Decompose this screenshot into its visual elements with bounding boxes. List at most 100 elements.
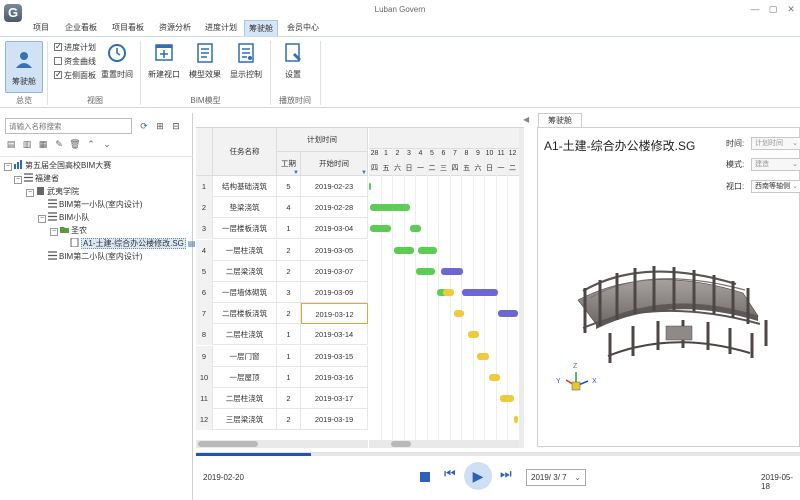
display-control-button[interactable]: 显示控制	[228, 41, 264, 80]
start-date-cell[interactable]: 2019-02-23	[301, 176, 368, 197]
gantt-bar[interactable]	[410, 225, 421, 233]
collapse-toggle[interactable]: −	[38, 215, 46, 223]
table-row[interactable]: 2 垫梁浇筑 4 2019-02-28	[196, 197, 368, 219]
checkbox-checked[interactable]	[54, 69, 62, 80]
model-effect-button[interactable]: 模型效果	[187, 41, 223, 80]
gantt-bar[interactable]	[497, 310, 519, 318]
start-date-cell[interactable]: 2019-03-07	[301, 260, 368, 282]
tree-node-model-file[interactable]: A1-土建-综合办公楼修改.SG▤⊚	[70, 237, 203, 250]
duration-cell[interactable]: 1	[277, 324, 301, 346]
table-row[interactable]: 7 二层楼板浇筑 2 2019-03-12	[196, 303, 368, 325]
tab-resource-analysis[interactable]: 资源分析	[154, 20, 196, 36]
viewer-tab[interactable]: 筹驶舱	[538, 113, 582, 127]
duration-cell[interactable]: 2	[277, 239, 301, 261]
duration-cell[interactable]: 4	[277, 197, 301, 219]
current-date-select[interactable]: 2019/ 3/ 7 ⌄	[526, 469, 586, 486]
task-name-cell[interactable]: 一层门窗	[213, 345, 277, 367]
duration-cell[interactable]: 1	[277, 366, 301, 388]
maximize-button[interactable]: ▢	[766, 3, 780, 15]
gantt-bar[interactable]	[477, 352, 489, 360]
task-name-cell[interactable]: 二层柱浇筑	[213, 324, 277, 346]
tab-member-center[interactable]: 会员中心	[282, 20, 324, 36]
task-name-cell[interactable]: 垫梁浇筑	[213, 197, 277, 219]
task-name-cell[interactable]: 一层楼板浇筑	[213, 218, 277, 240]
duration-cell[interactable]: 1	[277, 345, 301, 367]
gantt-bar[interactable]	[442, 289, 455, 296]
search-input[interactable]	[5, 118, 132, 134]
gantt-bar[interactable]	[394, 246, 414, 254]
tab-schedule[interactable]: 进度计划	[200, 20, 242, 36]
task-name-cell[interactable]: 一层柱浇筑	[213, 239, 277, 261]
tree-node-school[interactable]: − 武夷学院	[26, 185, 79, 198]
table-row[interactable]: 10 一层屋顶 1 2019-03-16	[196, 366, 368, 388]
duration-cell[interactable]: 1	[277, 218, 301, 240]
new-viewport-button[interactable]: 新建视口	[146, 41, 182, 80]
tree-node-team-2[interactable]: BIM第二小队(室内设计)	[48, 250, 143, 263]
timeline-hscrollbar[interactable]	[369, 440, 519, 448]
start-date-cell[interactable]: 2019-03-14	[301, 324, 368, 346]
settings-button[interactable]: 设置	[278, 41, 308, 80]
collapse-toggle[interactable]: −	[14, 176, 22, 184]
table-row[interactable]: 11 二层柱浇筑 2 2019-03-17	[196, 388, 368, 409]
move-down-icon[interactable]: ⌄	[101, 138, 113, 150]
start-date-cell[interactable]: 2019-03-19	[301, 409, 368, 431]
move-up-icon[interactable]: ⌃	[85, 138, 97, 150]
check-schedule[interactable]: 进度计划	[54, 41, 96, 53]
playback-progress[interactable]	[196, 453, 800, 456]
delete-icon[interactable]: 🗑	[69, 138, 81, 150]
tab-enterprise-board[interactable]: 企业看板	[60, 20, 102, 36]
reset-time-button[interactable]: 重置时间	[100, 41, 134, 80]
scroll-thumb[interactable]	[391, 441, 411, 447]
table-row[interactable]: 9 一层门窗 1 2019-03-15	[196, 345, 368, 367]
table-row[interactable]: 5 二层梁浇筑 2 2019-03-07	[196, 260, 368, 282]
start-date-cell[interactable]: 2019-03-04	[301, 218, 368, 240]
collapse-left-icon[interactable]: ◀	[523, 115, 529, 124]
start-date-cell[interactable]: 2019-03-12	[301, 303, 368, 325]
task-name-cell[interactable]: 二层梁浇筑	[213, 260, 277, 282]
model-view-icon[interactable]: ▤	[188, 239, 196, 248]
start-date-cell[interactable]: 2019-03-17	[301, 388, 368, 409]
tool-icon-1[interactable]: ▤	[5, 138, 17, 150]
tree-node-bim-team[interactable]: − BIM小队	[38, 211, 89, 224]
tree-node-shengnong[interactable]: − 圣农	[50, 224, 87, 237]
check-left-panel[interactable]: 左侧面板	[54, 69, 96, 81]
start-date-cell[interactable]: 2019-03-09	[301, 282, 368, 303]
stop-button[interactable]	[420, 472, 430, 482]
table-row[interactable]: 4 一层柱浇筑 2 2019-03-05	[196, 239, 368, 261]
gantt-bar[interactable]	[454, 310, 465, 318]
checkbox-checked[interactable]	[54, 41, 62, 52]
close-button[interactable]: ✕	[784, 3, 798, 15]
header-start-time[interactable]: 开始时间	[301, 152, 368, 176]
duration-cell[interactable]: 5	[277, 176, 301, 197]
checkbox-unchecked[interactable]	[54, 57, 62, 65]
table-hscrollbar[interactable]	[196, 440, 368, 448]
minimize-button[interactable]: —	[748, 3, 762, 15]
task-name-cell[interactable]: 三层梁浇筑	[213, 409, 277, 431]
tree-node-province[interactable]: − 福建省	[14, 172, 59, 185]
table-row[interactable]: 6 一层墙体砌筑 3 2019-03-09	[196, 282, 368, 303]
gantt-bar[interactable]	[370, 225, 391, 233]
task-name-cell[interactable]: 一层墙体砌筑	[213, 282, 277, 303]
task-name-cell[interactable]: 二层楼板浇筑	[213, 303, 277, 325]
expand-all-icon[interactable]: ⊞	[154, 120, 166, 132]
gantt-bar[interactable]	[370, 204, 411, 212]
task-name-cell[interactable]: 结构基础浇筑	[213, 176, 277, 197]
cockpit-overview-button[interactable]: 筹驶舱	[5, 41, 43, 93]
gantt-bar[interactable]	[467, 331, 480, 339]
collapse-all-icon[interactable]: ⊟	[170, 120, 182, 132]
gantt-bar[interactable]	[462, 289, 498, 296]
duration-cell[interactable]: 2	[277, 260, 301, 282]
duration-cell[interactable]: 2	[277, 303, 301, 325]
duration-cell[interactable]: 3	[277, 282, 301, 303]
rewind-button[interactable]: ⏮	[444, 466, 456, 482]
start-date-cell[interactable]: 2019-02-28	[301, 197, 368, 219]
start-date-cell[interactable]: 2019-03-05	[301, 239, 368, 261]
collapse-toggle[interactable]: −	[4, 163, 12, 171]
scroll-thumb[interactable]	[198, 441, 258, 447]
collapse-toggle[interactable]: −	[50, 228, 58, 236]
tab-cockpit[interactable]: 筹驶舱	[244, 20, 278, 36]
table-row[interactable]: 12 三层梁浇筑 2 2019-03-19	[196, 409, 368, 431]
play-button[interactable]: ▶	[464, 462, 492, 490]
gantt-bar[interactable]	[488, 373, 501, 381]
gantt-bar[interactable]	[500, 395, 514, 402]
